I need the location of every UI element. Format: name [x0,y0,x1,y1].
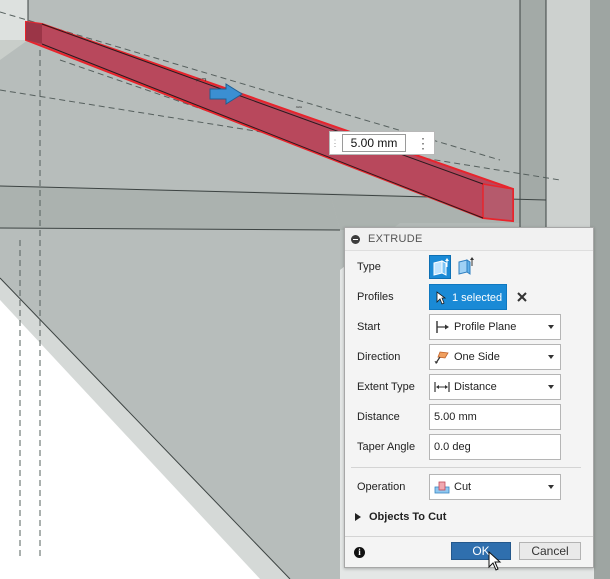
distance-manipulator[interactable]: ⋮ 5.00 mm ⋮ [329,131,435,155]
direction-dropdown[interactable]: One Side [429,344,561,370]
select-cursor-icon [436,291,446,305]
extent-type-value: Distance [454,381,497,393]
objects-to-cut-label: Objects To Cut [369,511,447,523]
chevron-down-icon [548,325,554,329]
info-icon[interactable]: i [354,547,365,558]
more-options-icon[interactable]: ⋮ [416,136,430,150]
one-side-icon [434,351,449,364]
operation-dropdown[interactable]: Cut [429,474,561,500]
distance-input[interactable]: 5.00 mm [429,404,561,430]
drag-handle-icon[interactable]: ⋮ [330,132,340,154]
expand-triangle-icon [355,513,361,521]
profiles-label: Profiles [357,291,394,303]
collapse-icon[interactable] [351,234,360,244]
mouse-cursor-icon [488,551,502,571]
operation-value: Cut [454,481,472,493]
extent-type-label: Extent Type [357,381,415,393]
extrude-type-icon [433,258,449,276]
operation-row: Operation Cut [345,474,593,500]
type-row: Type [345,254,593,280]
cancel-button[interactable]: Cancel [519,542,581,560]
distance-manipulator-input[interactable]: 5.00 mm [342,134,406,152]
chevron-down-icon [548,485,554,489]
profiles-select-button[interactable]: 1 selected [429,284,507,310]
taper-angle-input[interactable]: 0.0 deg [429,434,561,460]
profiles-selection-text: 1 selected [452,292,503,304]
direction-row: Direction One Side [345,344,593,370]
direction-label: Direction [357,351,401,363]
taper-angle-row: Taper Angle 0.0 deg [345,434,593,460]
operation-label: Operation [357,481,406,493]
distance-label: Distance [357,411,400,423]
type-label: Type [357,261,381,273]
clear-selection-icon[interactable] [515,290,529,304]
start-dropdown[interactable]: Profile Plane [429,314,561,340]
thin-extrude-icon [458,257,474,275]
extrude-dialog: EXTRUDE Type Profiles 1 selected Start P… [344,227,594,571]
ok-button[interactable]: OK [451,542,511,560]
chevron-down-icon [548,385,554,389]
start-label: Start [357,321,381,333]
svg-text:˷˷: ˷˷ [295,98,303,108]
dialog-footer: i OK Cancel [345,536,593,569]
extent-type-dropdown[interactable]: Distance [429,374,561,400]
distance-row: Distance 5.00 mm [345,404,593,430]
start-row: Start Profile Plane [345,314,593,340]
thin-extrude-button[interactable] [455,255,477,279]
profiles-row: Profiles 1 selected [345,284,593,310]
divider [351,467,581,468]
chevron-down-icon [548,355,554,359]
svg-text:⌐¬: ⌐¬ [196,74,207,84]
dialog-title: EXTRUDE [368,233,423,245]
direction-value: One Side [454,351,500,363]
taper-angle-label: Taper Angle [357,441,416,453]
distance-icon [434,382,450,392]
extent-type-row: Extent Type Distance [345,374,593,400]
objects-to-cut-toggle[interactable]: Objects To Cut [355,510,446,524]
dialog-header: EXTRUDE [345,228,593,251]
extrude-type-button[interactable] [429,255,451,279]
profile-plane-icon [436,321,449,333]
start-value: Profile Plane [454,321,517,333]
cut-icon [434,481,450,494]
